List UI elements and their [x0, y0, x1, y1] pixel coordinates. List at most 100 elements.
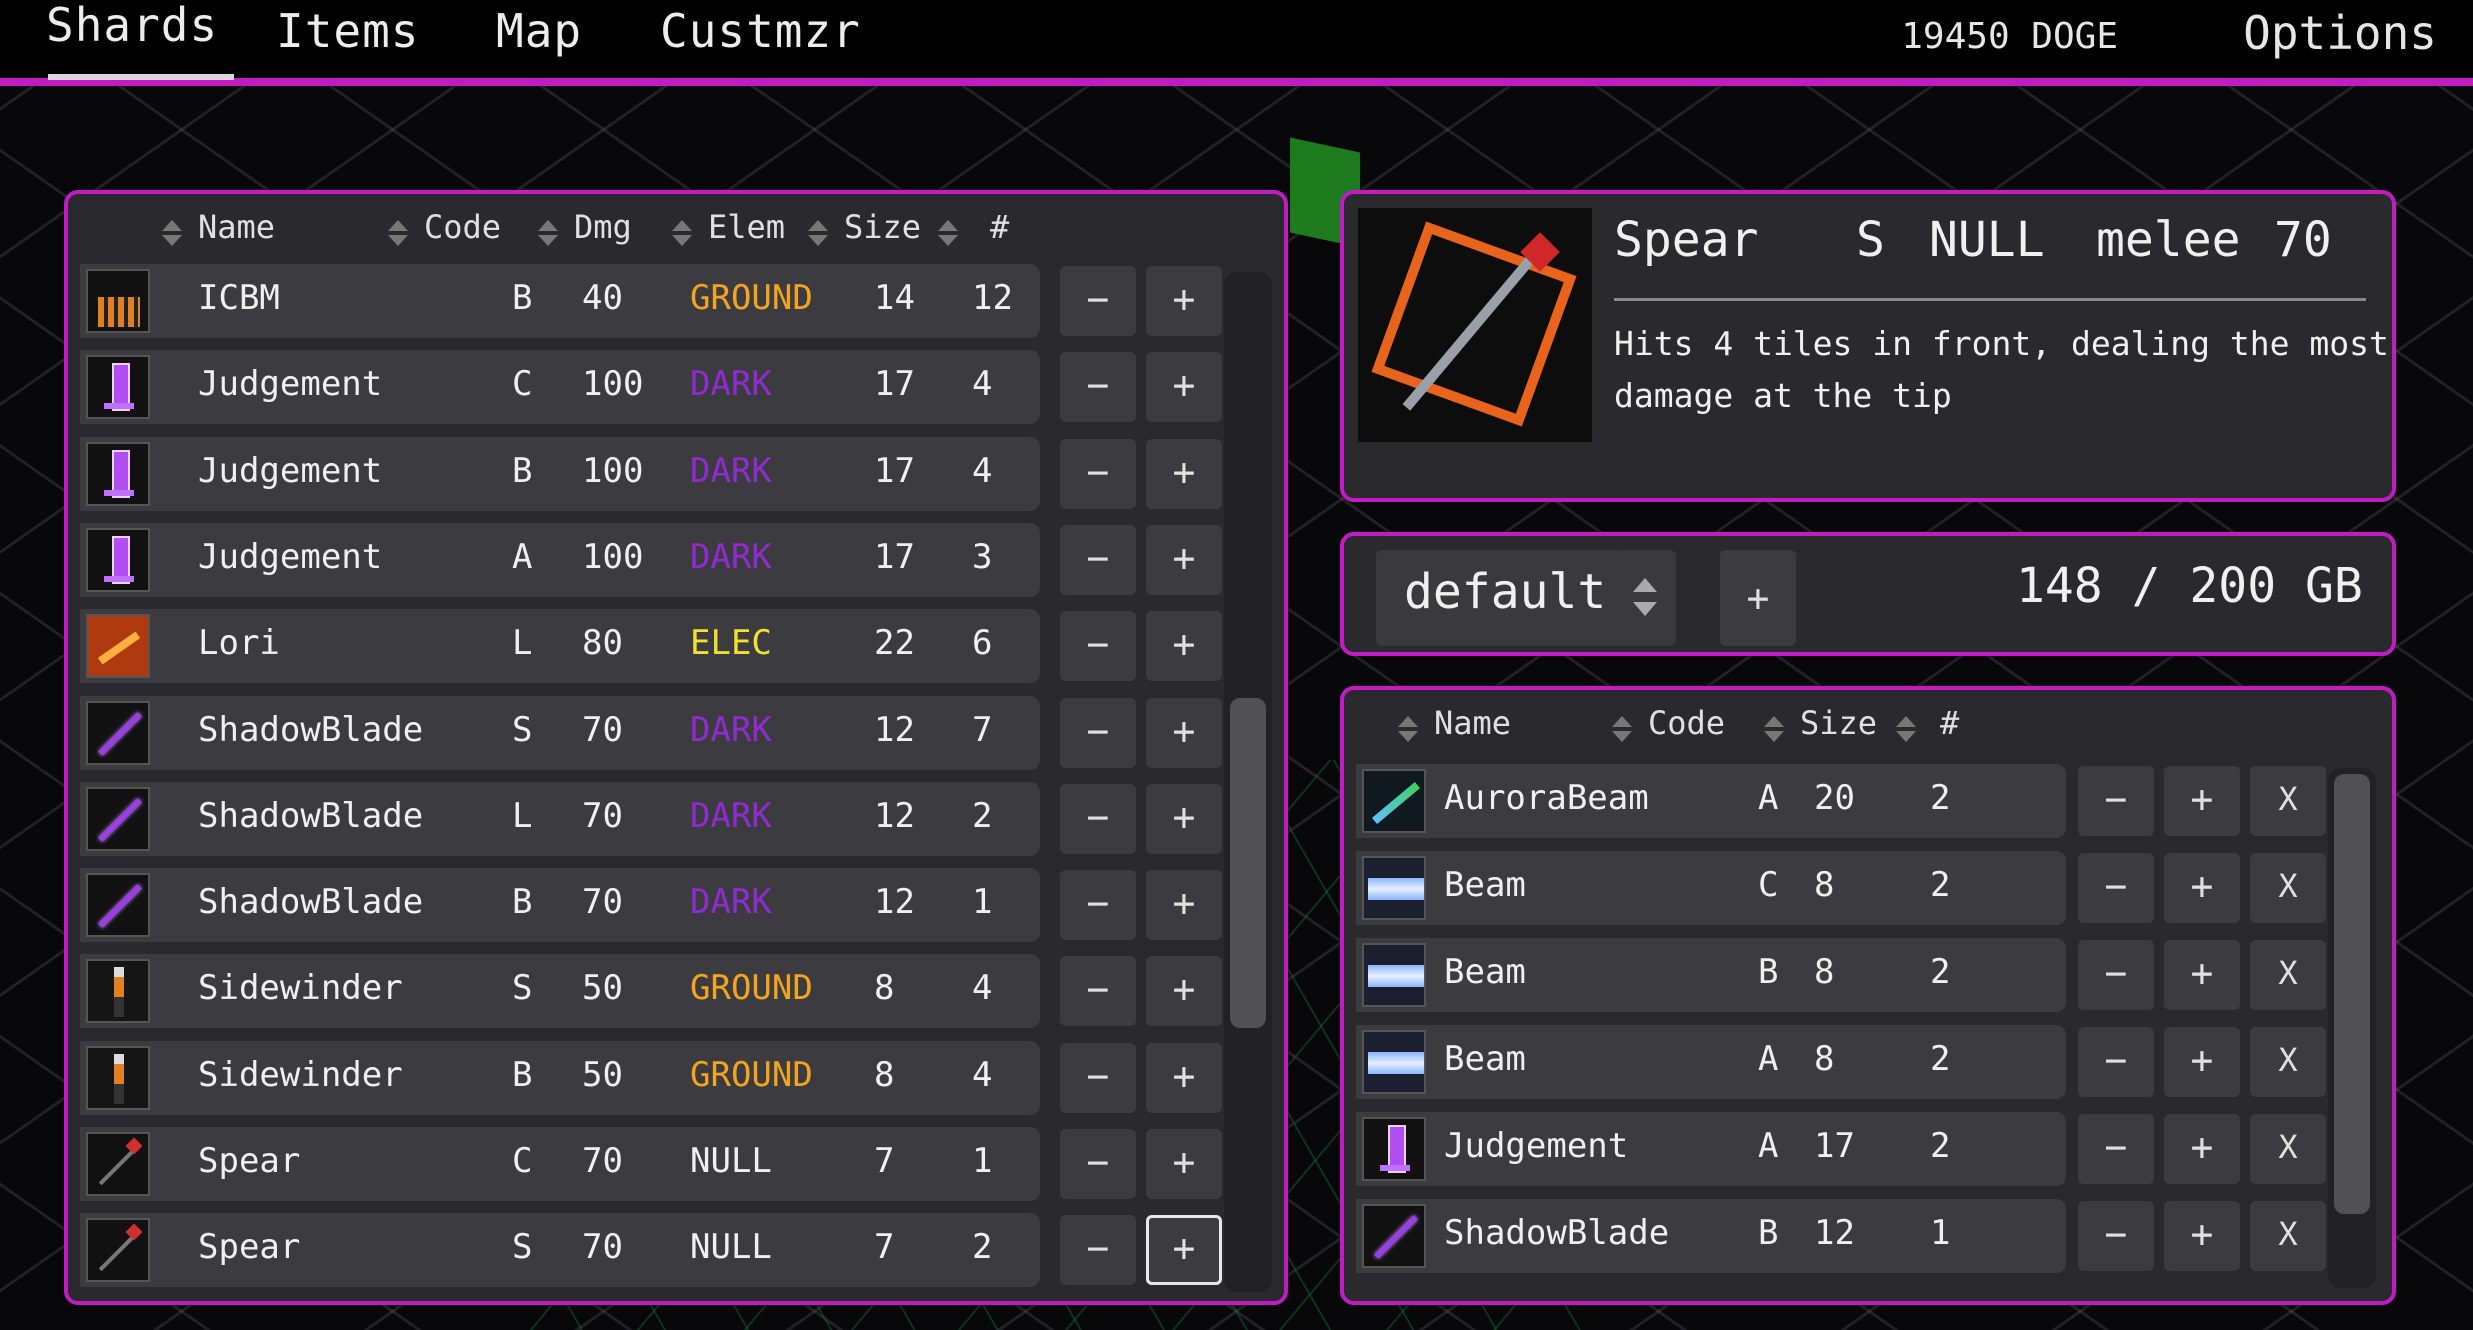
tab-shards[interactable]: Shards [46, 0, 218, 52]
loadout-decrement-button[interactable]: − [2078, 853, 2154, 923]
shard-code: S [512, 1227, 533, 1268]
shard-count: 2 [972, 795, 993, 836]
detail-description-line1: Hits 4 tiles in front, dealing the most [1614, 324, 2389, 363]
shard-count: 3 [972, 536, 993, 577]
column-header-0[interactable]: Name [198, 208, 275, 246]
increment-button[interactable]: + [1146, 1129, 1222, 1199]
loadout-decrement-button[interactable]: − [2078, 940, 2154, 1010]
loadout-increment-button[interactable]: + [2164, 1201, 2240, 1271]
inventory-scrollbar[interactable] [1224, 272, 1272, 1292]
increment-button[interactable]: + [1146, 266, 1222, 336]
inventory-row[interactable]: Sidewinder S 50 GROUND 8 4 − + [80, 954, 1222, 1029]
loadout-remove-button[interactable]: X [2250, 1114, 2326, 1184]
loadout-increment-button[interactable]: + [2164, 1027, 2240, 1097]
loadout-column-header-3[interactable]: # [1940, 704, 1959, 742]
loadout-remove-button[interactable]: X [2250, 1201, 2326, 1271]
decrement-button[interactable]: − [1060, 956, 1136, 1027]
loadout-scroll-thumb[interactable] [2334, 774, 2370, 1214]
shard-code: L [512, 623, 533, 664]
decrement-button[interactable]: − [1060, 783, 1136, 854]
inventory-row[interactable]: Judgement C 100 DARK 17 4 − + [80, 350, 1222, 425]
decrement-button[interactable]: − [1060, 524, 1136, 595]
loadout-row[interactable]: AuroraBeam A 20 2 − + X [1356, 764, 2326, 838]
loadout-row[interactable]: ShadowBlade B 12 1 − + X [1356, 1199, 2326, 1273]
tab-items[interactable]: Items [276, 4, 419, 58]
loadout-column-header-0[interactable]: Name [1434, 704, 1511, 742]
tab-custmzr[interactable]: Custmzr [660, 4, 861, 58]
loadout-increment-button[interactable]: + [2164, 940, 2240, 1010]
folder-select[interactable]: default [1376, 550, 1616, 646]
decrement-button[interactable]: − [1060, 266, 1136, 336]
decrement-button[interactable]: − [1060, 1042, 1136, 1113]
increment-button[interactable]: + [1146, 1215, 1222, 1286]
loadout-row[interactable]: Beam A 8 2 − + X [1356, 1025, 2326, 1099]
shard-element: GROUND [690, 1054, 813, 1095]
increment-button[interactable]: + [1146, 697, 1222, 768]
shard-element: DARK [690, 709, 772, 750]
add-folder-button[interactable]: + [1720, 550, 1796, 646]
loadout-increment-button[interactable]: + [2164, 853, 2240, 923]
loadout-remove-button[interactable]: X [2250, 853, 2326, 923]
increment-button[interactable]: + [1146, 352, 1222, 423]
column-header-4[interactable]: Size [844, 208, 921, 246]
decrement-button[interactable]: − [1060, 697, 1136, 768]
loadout-column-header-1[interactable]: Code [1648, 704, 1725, 742]
column-header-3[interactable]: Elem [708, 208, 785, 246]
shard-name: Spear [198, 1227, 301, 1268]
inventory-row[interactable]: Sidewinder B 50 GROUND 8 4 − + [80, 1040, 1222, 1115]
loadout-row[interactable]: Beam B 8 2 − + X [1356, 938, 2326, 1012]
inventory-row[interactable]: ICBM B 40 GROUND 14 12 − + [80, 264, 1222, 338]
loadout-decrement-button[interactable]: − [2078, 1027, 2154, 1097]
increment-button[interactable]: + [1146, 870, 1222, 941]
loadout-remove-button[interactable]: X [2250, 766, 2326, 836]
loadout-decrement-button[interactable]: − [2078, 766, 2154, 836]
inventory-row[interactable]: Judgement B 100 DARK 17 4 − + [80, 436, 1222, 511]
inventory-scroll-thumb[interactable] [1230, 698, 1266, 1029]
loadout-shard-code: A [1758, 1126, 1779, 1166]
increment-button[interactable]: + [1146, 783, 1222, 854]
loadout-shard-count: 2 [1930, 865, 1951, 905]
loadout-row[interactable]: Judgement A 17 2 − + X [1356, 1112, 2326, 1186]
increment-button[interactable]: + [1146, 1042, 1222, 1113]
inventory-row[interactable]: Lori L 80 ELEC 22 6 − + [80, 609, 1222, 684]
inventory-row[interactable]: Spear S 70 NULL 7 2 − + [80, 1213, 1222, 1288]
sidewinder-icon [86, 1045, 150, 1110]
loadout-remove-button[interactable]: X [2250, 940, 2326, 1010]
column-header-1[interactable]: Code [424, 208, 501, 246]
increment-button[interactable]: + [1146, 956, 1222, 1027]
decrement-button[interactable]: − [1060, 611, 1136, 682]
loadout-remove-button[interactable]: X [2250, 1027, 2326, 1097]
column-header-2[interactable]: Dmg [574, 208, 632, 246]
decrement-button[interactable]: − [1060, 352, 1136, 423]
loadout-scrollbar[interactable] [2328, 768, 2376, 1288]
loadout-decrement-button[interactable]: − [2078, 1201, 2154, 1271]
loadout-increment-button[interactable]: + [2164, 766, 2240, 836]
decrement-button[interactable]: − [1060, 1215, 1136, 1286]
options-button[interactable]: Options [2243, 6, 2437, 60]
detail-divider [1614, 298, 2366, 301]
inventory-row[interactable]: ShadowBlade L 70 DARK 12 2 − + [80, 781, 1222, 856]
loadout-increment-button[interactable]: + [2164, 1114, 2240, 1184]
shard-name: Judgement [198, 536, 383, 577]
inventory-row[interactable]: ShadowBlade B 70 DARK 12 1 − + [80, 868, 1222, 943]
shard-count: 4 [972, 968, 993, 1009]
increment-button[interactable]: + [1146, 611, 1222, 682]
inventory-row[interactable]: Spear C 70 NULL 7 1 − + [80, 1127, 1222, 1201]
beam-icon [1362, 943, 1426, 1007]
decrement-button[interactable]: − [1060, 1129, 1136, 1199]
column-header-5[interactable]: # [990, 208, 1009, 246]
decrement-button[interactable]: − [1060, 870, 1136, 941]
loadout-column-header-2[interactable]: Size [1800, 704, 1877, 742]
shard-size: 7 [874, 1227, 895, 1268]
inventory-row[interactable]: ShadowBlade S 70 DARK 12 7 − + [80, 695, 1222, 770]
tab-map[interactable]: Map [496, 4, 582, 58]
folder-stepper[interactable] [1614, 550, 1676, 646]
shard-size: 17 [874, 364, 915, 405]
decrement-button[interactable]: − [1060, 438, 1136, 509]
inventory-row[interactable]: Judgement A 100 DARK 17 3 − + [80, 522, 1222, 597]
loadout-decrement-button[interactable]: − [2078, 1114, 2154, 1184]
increment-button[interactable]: + [1146, 438, 1222, 509]
loadout-row[interactable]: Beam C 8 2 − + X [1356, 851, 2326, 925]
increment-button[interactable]: + [1146, 524, 1222, 595]
shard-code: C [512, 364, 533, 405]
